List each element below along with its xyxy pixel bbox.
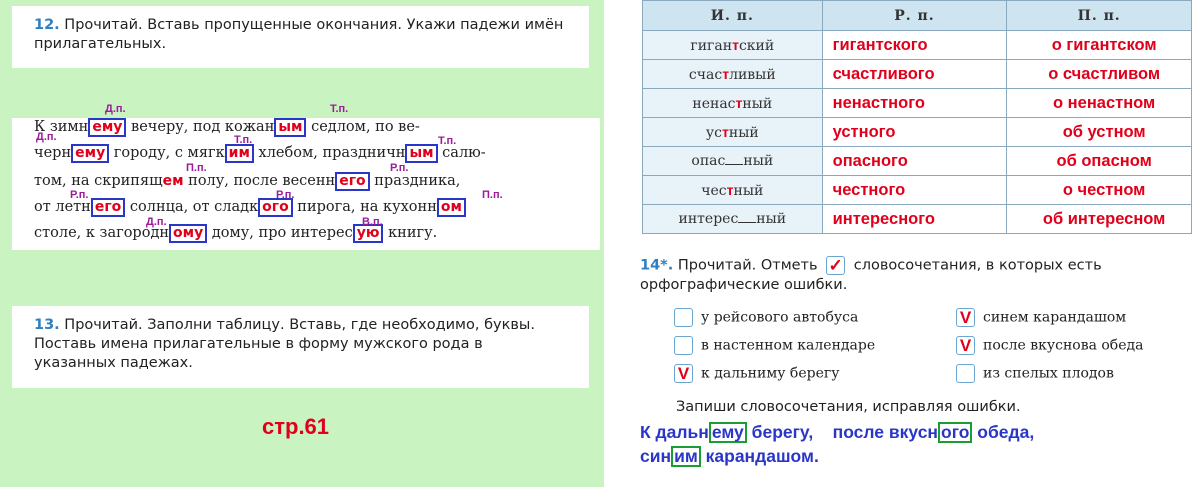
option-checkbox[interactable]: V	[956, 308, 975, 327]
prep-cell: о гигантском	[1006, 30, 1192, 60]
blank-line	[738, 222, 757, 223]
passage-line-2: черн ему городу, с мягк им хлебом, праздни…	[34, 144, 486, 163]
ending-fill: ым	[405, 144, 438, 163]
table-row: честный честного о честном	[642, 175, 1192, 205]
header-prepositional: П. п.	[1006, 0, 1192, 31]
inserted-letter: т	[722, 123, 729, 140]
prep-cell: об интересном	[1006, 204, 1192, 234]
option-checkbox[interactable]	[956, 364, 975, 383]
case-label: Р.п.	[276, 189, 295, 201]
task14-instruction: 14*. Прочитай. Отметь ✓ словосочетания, …	[640, 256, 1180, 295]
case-label: В.п.	[362, 216, 383, 228]
task14-number: 14*.	[640, 257, 674, 274]
gen-cell: опасного	[821, 146, 1008, 176]
gen-cell: честного	[821, 175, 1008, 205]
case-label: Д.п.	[105, 103, 126, 115]
answer-line-2: син им карандашом.	[640, 446, 819, 467]
nom-cell: ненастный	[642, 88, 823, 118]
case-label: Т.п.	[330, 103, 349, 115]
option-checkbox[interactable]	[674, 308, 693, 327]
task13-text: Прочитай. Заполни таблицу. Вставь, где н…	[34, 317, 535, 371]
ending-fill: ым	[274, 118, 307, 137]
case-label: П.п.	[186, 162, 207, 174]
blank-line	[725, 164, 744, 165]
case-label: Т.п.	[438, 135, 457, 147]
nom-cell: гигантский	[642, 30, 823, 60]
option-item[interactable]: у рейсового автобуса	[674, 308, 858, 327]
header-nominative: И. п.	[642, 0, 823, 31]
left-panel: 12. Прочитай. Вставь пропущенные окончан…	[0, 0, 604, 487]
task13-header: 13. Прочитай. Заполни таблицу. Вставь, г…	[12, 306, 589, 388]
passage-line-4: от летн его солнца, от сладк ого пирога, н…	[34, 198, 466, 217]
case-label: Р.п.	[390, 162, 409, 174]
table-header-row: И. п. Р. п. П. п.	[642, 0, 1192, 31]
option-checkbox[interactable]: V	[674, 364, 693, 383]
table-row: интерес ный интересного об интересном	[642, 204, 1192, 234]
case-label: П.п.	[482, 189, 503, 201]
task12-header: 12. Прочитай. Вставь пропущенные окончан…	[12, 6, 589, 68]
case-label: Р.п.	[70, 189, 89, 201]
answer-line-1: К дальн ему берегу, после вкусн ого обеда,	[640, 422, 1035, 443]
ending-fill: им	[224, 144, 254, 163]
task12-passage: К зимн ему вечеру, под кожан ым седлом, по…	[12, 118, 600, 250]
corrected-ending: ему	[708, 422, 747, 443]
table-row: устный устного об устном	[642, 117, 1192, 147]
passage-line-1: К зимн ему вечеру, под кожан ым седлом, по…	[34, 118, 420, 137]
case-label: Т.п.	[234, 134, 253, 146]
option-checkbox[interactable]: V	[956, 336, 975, 355]
nom-cell: честный	[642, 175, 823, 205]
option-item[interactable]: в настенном календаре	[674, 336, 875, 355]
table-row: гигантский гигантского о гигантском	[642, 30, 1192, 60]
table-row: счастливый счастливого о счастливом	[642, 59, 1192, 89]
task13-number: 13.	[34, 317, 60, 333]
adjective-table: И. п. Р. п. П. п. гигантский гигантского…	[642, 0, 1192, 234]
task14-text-a: Прочитай. Отметь	[677, 257, 818, 274]
prep-cell: о ненастном	[1006, 88, 1192, 118]
checkbox-icon: ✓	[826, 256, 846, 275]
ending-fill: его	[335, 172, 370, 191]
prep-cell: о честном	[1006, 175, 1192, 205]
ending-fill: ему	[71, 144, 110, 163]
prep-cell: об устном	[1006, 117, 1192, 147]
gen-cell: счастливого	[821, 59, 1008, 89]
ending-fill: ом	[436, 198, 466, 217]
option-item[interactable]: Vпосле вкуснова обеда	[956, 336, 1144, 355]
corrected-ending: им	[671, 446, 701, 467]
passage-line-3: том, на скрипящем полу, после весенн его …	[34, 172, 461, 191]
prep-cell: о счастливом	[1006, 59, 1192, 89]
task14-write-instruction: Запиши словосочетания, исправляя ошибки.	[676, 399, 1021, 415]
nom-cell: интерес ный	[642, 204, 823, 234]
option-item[interactable]: из спелых плодов	[956, 364, 1114, 383]
table-row: опас ный опасного об опасном	[642, 146, 1192, 176]
nom-cell: счастливый	[642, 59, 823, 89]
ending-fill: ем	[162, 173, 184, 189]
gen-cell: гигантского	[821, 30, 1008, 60]
task12-text: Прочитай. Вставь пропущенные окончания. …	[34, 17, 564, 52]
table-row: ненастный ненастного о ненастном	[642, 88, 1192, 118]
inserted-letter: т	[732, 36, 739, 53]
corrected-ending: ого	[938, 422, 973, 443]
header-genitive: Р. п.	[821, 0, 1008, 31]
task13-instruction: 13. Прочитай. Заполни таблицу. Вставь, г…	[34, 316, 567, 373]
gen-cell: устного	[821, 117, 1008, 147]
nom-cell: опас ный	[642, 146, 823, 176]
case-label: Д.п.	[146, 216, 167, 228]
gen-cell: интересного	[821, 204, 1008, 234]
task12-number: 12.	[34, 17, 60, 33]
nom-cell: устный	[642, 117, 823, 147]
option-item[interactable]: Vк дальниму берегу	[674, 364, 839, 383]
ending-fill: ому	[169, 224, 208, 243]
inserted-letter: т	[726, 181, 734, 198]
task12-instruction: 12. Прочитай. Вставь пропущенные окончан…	[34, 16, 567, 54]
page-label: стр.61	[262, 414, 330, 439]
gen-cell: ненастного	[821, 88, 1008, 118]
ending-fill: ему	[88, 118, 127, 137]
prep-cell: об опасном	[1006, 146, 1192, 176]
ending-fill: его	[90, 198, 126, 217]
case-label: Д.п.	[36, 131, 57, 143]
option-item[interactable]: Vсинем карандашом	[956, 308, 1126, 327]
option-checkbox[interactable]	[674, 336, 693, 355]
